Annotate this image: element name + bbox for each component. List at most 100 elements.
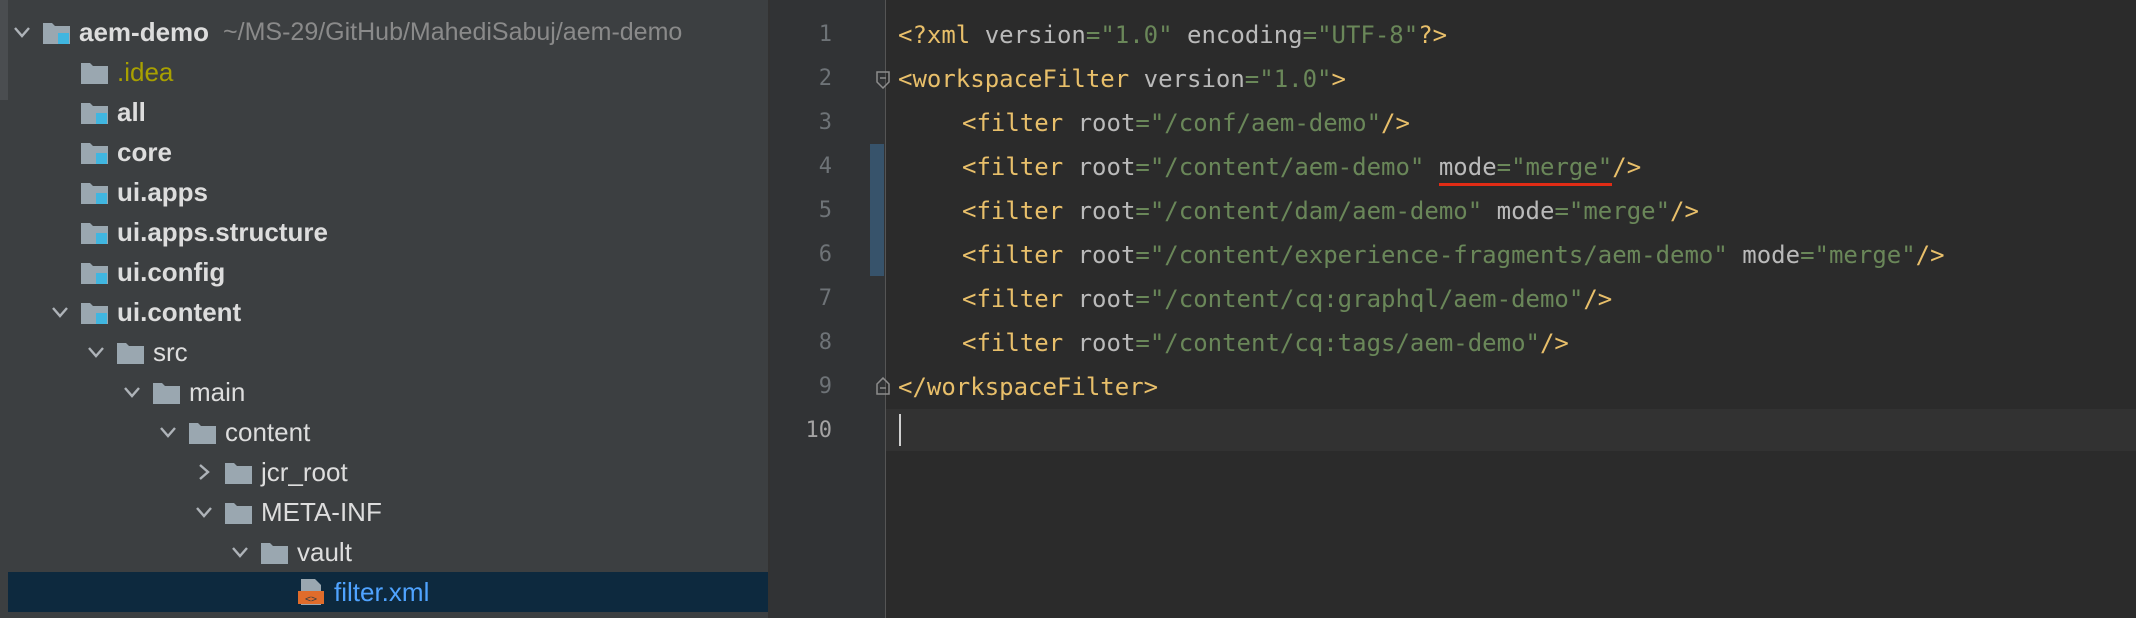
gutter-divider (885, 0, 886, 618)
module-folder-icon (80, 179, 110, 205)
folder-icon (224, 459, 254, 485)
tag-open: <filter (962, 241, 1078, 269)
tree-root-path: ~/MS-29/GitHub/MahediSabuj/aem-demo (223, 17, 683, 46)
module-folder-icon (42, 19, 72, 45)
tree-item-label: ui.apps.structure (117, 216, 328, 247)
tree-item-main[interactable]: main (8, 372, 768, 412)
tree-root-aem-demo[interactable]: aem-demo ~/MS-29/GitHub/MahediSabuj/aem-… (8, 12, 768, 52)
tree-item-filter-xml[interactable]: <> filter.xml (8, 572, 768, 612)
code-line-4[interactable]: <filter root="/content/aem-demo" mode="m… (962, 145, 1641, 189)
chevron-down-icon[interactable] (154, 418, 182, 446)
tag-close: /> (1539, 329, 1569, 357)
tree-item-all[interactable]: all (8, 92, 768, 132)
code-line-1[interactable]: <?xml version="1.0" encoding="UTF-8"?> (898, 13, 1447, 57)
code-line-8[interactable]: <filter root="/content/cq:tags/aem-demo"… (962, 321, 1569, 365)
panel-edge (0, 0, 8, 100)
tree-item-label: content (225, 416, 311, 447)
tag-close: /> (1670, 197, 1699, 225)
attr-value: "UTF-8" (1317, 21, 1419, 49)
tree-item-ui-apps-structure[interactable]: ui.apps.structure (8, 212, 768, 252)
chevron-down-icon[interactable] (190, 498, 218, 526)
attr-name: root (1077, 241, 1136, 269)
equals: = (1496, 153, 1512, 181)
line-number-current: 10 (805, 418, 833, 443)
module-folder-icon (80, 219, 110, 245)
line-number: 4 (818, 154, 832, 179)
svg-text:<>: <> (305, 594, 317, 605)
attr-value: "merge" (1511, 153, 1613, 181)
tag-close: </workspaceFilter> (898, 373, 1159, 401)
tree-item-content[interactable]: content (8, 412, 768, 452)
xml-decl-close: ?> (1418, 21, 1448, 49)
equals: = (1135, 109, 1150, 137)
chevron-down-icon[interactable] (82, 338, 110, 366)
tree-item-label: ui.config (117, 256, 226, 287)
fold-close-icon[interactable] (876, 376, 890, 395)
tree-item-label: vault (297, 536, 352, 567)
tree-item-ui-config[interactable]: ui.config (8, 252, 768, 292)
code-line-2[interactable]: <workspaceFilter version="1.0"> (898, 57, 1346, 101)
tree-item-label: core (117, 136, 172, 167)
attr-value: "merge" (1568, 197, 1671, 225)
attr-value: "merge" (1814, 241, 1916, 269)
tree-item-label: all (117, 96, 146, 127)
highlighted-mode-merge: mode="merge" (1438, 153, 1613, 186)
equals: = (1135, 153, 1150, 181)
vcs-change-marker[interactable] (870, 144, 884, 276)
tree-root-label: aem-demo (79, 16, 210, 47)
tag-close: > (1331, 65, 1346, 93)
code-line-9[interactable]: </workspaceFilter> (898, 365, 1158, 409)
xml-decl-open: <?xml (898, 21, 985, 49)
text-caret (899, 414, 901, 446)
tree-item-vault[interactable]: vault (8, 532, 768, 572)
folder-icon (224, 499, 254, 525)
fold-open-icon[interactable] (876, 71, 890, 90)
code-line-6[interactable]: <filter root="/content/experience-fragme… (962, 233, 1945, 277)
module-folder-icon (80, 139, 110, 165)
attr-value: "/content/cq:tags/aem-demo" (1149, 329, 1540, 357)
line-number: 9 (818, 374, 832, 399)
equals: = (1085, 21, 1101, 49)
tree-item-label: src (153, 336, 188, 367)
tree-item-label: filter.xml (334, 576, 430, 607)
tree-item-ui-content[interactable]: ui.content (8, 292, 768, 332)
module-folder-icon (80, 259, 110, 285)
line-number: 2 (818, 66, 832, 91)
equals: = (1302, 21, 1318, 49)
chevron-down-icon[interactable] (46, 298, 74, 326)
attr-name: version (984, 21, 1086, 49)
module-folder-icon (80, 99, 110, 125)
tree-item-jcr-root[interactable]: jcr_root (8, 452, 768, 492)
code-line-5[interactable]: <filter root="/content/dam/aem-demo" mod… (962, 189, 1699, 233)
chevron-right-icon[interactable] (190, 458, 218, 486)
tree-item-meta-inf[interactable]: META-INF (8, 492, 768, 532)
project-tree-panel: aem-demo ~/MS-29/GitHub/MahediSabuj/aem-… (0, 0, 768, 618)
tag-open: <workspaceFilter (898, 65, 1144, 93)
tree-item-idea[interactable]: .idea (8, 52, 768, 92)
equals: = (1800, 241, 1815, 269)
attr-value: "/content/aem-demo" (1149, 153, 1425, 181)
tag-close: /> (1915, 241, 1945, 269)
tag-close: /> (1612, 153, 1642, 181)
chevron-down-icon[interactable] (226, 538, 254, 566)
attr-name: root (1077, 329, 1136, 357)
tree-item-core[interactable]: core (8, 132, 768, 172)
line-number: 3 (818, 110, 832, 135)
tag-close: /> (1583, 285, 1613, 313)
attr-name: root (1077, 197, 1136, 225)
code-line-3[interactable]: <filter root="/conf/aem-demo"/> (962, 101, 1410, 145)
tree-item-src[interactable]: src (8, 332, 768, 372)
chevron-down-icon[interactable] (118, 378, 146, 406)
tree-item-label: jcr_root (261, 456, 348, 487)
tree-item-label: main (189, 376, 246, 407)
tree-item-ui-apps[interactable]: ui.apps (8, 172, 768, 212)
chevron-down-icon[interactable] (8, 18, 36, 46)
attr-value: "/conf/aem-demo" (1149, 109, 1382, 137)
code-line-7[interactable]: <filter root="/content/cq:graphql/aem-de… (962, 277, 1612, 321)
attr-value: "/content/dam/aem-demo" (1149, 197, 1483, 225)
equals: = (1554, 197, 1569, 225)
xml-file-icon: <> (296, 577, 326, 607)
attr-name: root (1077, 153, 1136, 181)
